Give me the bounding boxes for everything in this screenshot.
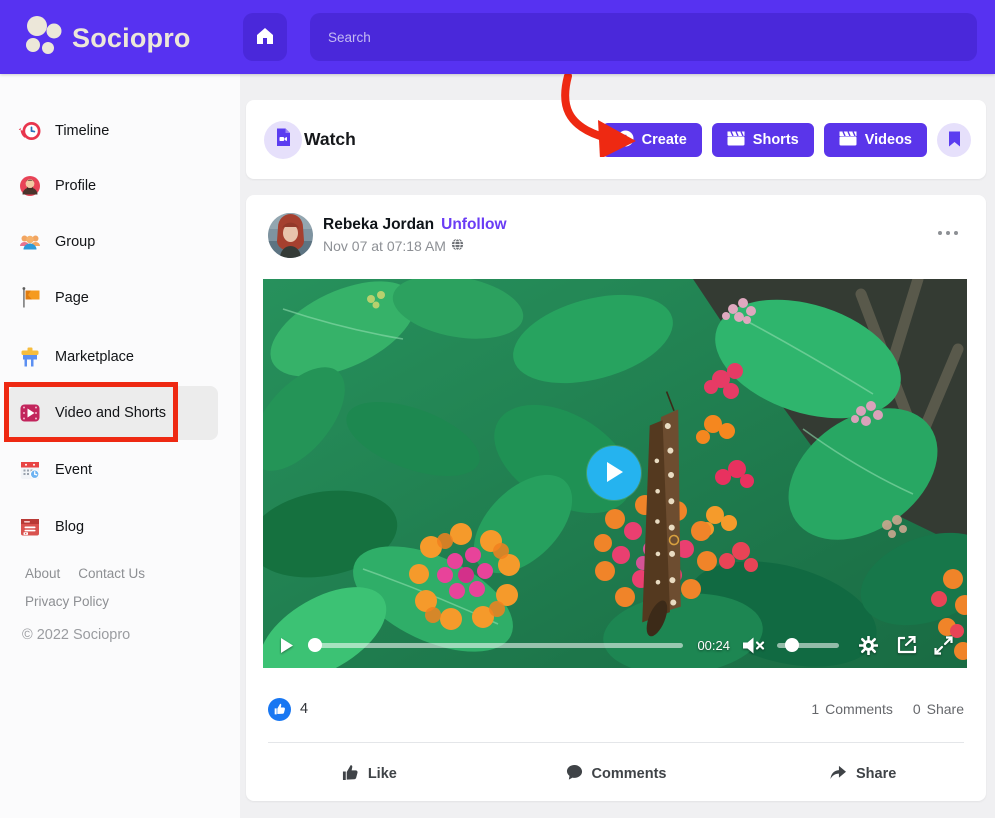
sidebar-item-label: Profile bbox=[55, 178, 96, 194]
bookmark-icon bbox=[948, 131, 961, 150]
post-card: Rebeka Jordan Unfollow Nov 07 at 07:18 A… bbox=[246, 195, 986, 801]
shorts-button[interactable]: Shorts bbox=[712, 123, 814, 157]
clapperboard-icon bbox=[727, 131, 745, 150]
privacy-policy-link[interactable]: Privacy Policy bbox=[25, 594, 109, 609]
post-author[interactable]: Rebeka Jordan bbox=[323, 216, 434, 234]
blog-icon bbox=[18, 515, 42, 539]
sidebar: Timeline Profile Group bbox=[0, 74, 240, 818]
sidebar-item-label: Timeline bbox=[55, 123, 109, 139]
sidebar-item-label: Event bbox=[55, 462, 92, 478]
group-icon bbox=[18, 230, 42, 254]
comment-icon bbox=[566, 764, 583, 785]
sidebar-item-event[interactable]: Event bbox=[18, 452, 92, 488]
sociopro-logo-icon bbox=[24, 15, 64, 62]
share-count-label[interactable]: Share bbox=[927, 701, 964, 717]
avatar[interactable] bbox=[268, 213, 313, 258]
videos-label: Videos bbox=[865, 132, 912, 148]
like-button[interactable]: Like bbox=[246, 753, 493, 795]
saved-videos-button[interactable] bbox=[937, 123, 971, 157]
divider bbox=[268, 742, 964, 743]
comments-label: Comments bbox=[592, 766, 667, 782]
sidebar-item-profile[interactable]: Profile bbox=[18, 168, 96, 204]
sidebar-item-marketplace[interactable]: Marketplace bbox=[18, 339, 134, 375]
contact-us-link[interactable]: Contact Us bbox=[78, 566, 145, 581]
watch-badge bbox=[264, 121, 302, 159]
unfollow-link[interactable]: Unfollow bbox=[441, 216, 506, 234]
plus-circle-icon bbox=[617, 130, 634, 151]
like-reaction-icon[interactable] bbox=[268, 698, 291, 721]
sidebar-item-label: Group bbox=[55, 234, 95, 250]
page-icon bbox=[18, 286, 42, 310]
clapperboard-icon bbox=[839, 131, 857, 150]
sidebar-item-label: Video and Shorts bbox=[55, 405, 166, 421]
home-icon bbox=[255, 26, 275, 48]
globe-privacy-icon bbox=[451, 238, 464, 254]
sidebar-item-blog[interactable]: Blog bbox=[18, 509, 84, 545]
comments-count-label[interactable]: Comments bbox=[825, 701, 893, 717]
home-button[interactable] bbox=[243, 13, 287, 61]
share-button[interactable]: Share bbox=[739, 753, 986, 795]
sidebar-item-video-and-shorts[interactable]: Video and Shorts bbox=[18, 395, 166, 431]
pip-icon[interactable] bbox=[897, 636, 917, 654]
video-shorts-icon bbox=[18, 401, 42, 425]
copyright-text: © 2022 Sociopro bbox=[22, 627, 130, 643]
sidebar-item-label: Blog bbox=[55, 519, 84, 535]
progress-thumb[interactable] bbox=[308, 638, 322, 652]
timeline-icon bbox=[18, 119, 42, 143]
watch-toolbar: Watch Create Short bbox=[246, 100, 986, 179]
mute-icon[interactable] bbox=[743, 637, 765, 654]
video-timestamp: 00:24 bbox=[697, 638, 730, 653]
sidebar-item-label: Page bbox=[55, 290, 89, 306]
app-header: Sociopro bbox=[0, 0, 995, 74]
play-icon bbox=[604, 460, 624, 487]
about-link[interactable]: About bbox=[25, 566, 60, 581]
create-label: Create bbox=[642, 132, 687, 148]
comments-button[interactable]: Comments bbox=[493, 753, 740, 795]
settings-gear-icon[interactable] bbox=[859, 636, 878, 655]
video-controls: 00:24 bbox=[263, 622, 967, 668]
post-timestamp: Nov 07 at 07:18 AM bbox=[323, 238, 446, 254]
sidebar-item-timeline[interactable]: Timeline bbox=[18, 113, 109, 149]
comments-count[interactable]: 1 bbox=[811, 701, 819, 717]
fullscreen-icon[interactable] bbox=[934, 636, 953, 655]
marketplace-icon bbox=[18, 345, 42, 369]
video-player[interactable]: 00:24 bbox=[263, 279, 967, 668]
thumbs-up-icon bbox=[342, 764, 359, 785]
shorts-label: Shorts bbox=[753, 132, 799, 148]
share-count[interactable]: 0 bbox=[913, 701, 921, 717]
share-icon bbox=[829, 764, 847, 784]
video-file-icon bbox=[275, 128, 292, 152]
videos-button[interactable]: Videos bbox=[824, 123, 927, 157]
sidebar-item-group[interactable]: Group bbox=[18, 224, 95, 260]
like-count: 4 bbox=[300, 701, 308, 717]
progress-bar[interactable] bbox=[310, 643, 683, 648]
sidebar-footer: About Contact Us Privacy Policy bbox=[25, 566, 215, 609]
profile-icon bbox=[18, 174, 42, 198]
post-stats: 4 1 Comments 0 Share bbox=[268, 695, 964, 723]
volume-thumb[interactable] bbox=[785, 638, 799, 652]
brand-name: Sociopro bbox=[72, 23, 191, 54]
like-label: Like bbox=[368, 766, 397, 782]
page-title: Watch bbox=[304, 129, 356, 150]
brand-logo[interactable]: Sociopro bbox=[24, 15, 191, 62]
share-label: Share bbox=[856, 766, 896, 782]
post-action-bar: Like Comments Share bbox=[246, 753, 986, 795]
event-icon bbox=[18, 458, 42, 482]
volume-slider[interactable] bbox=[777, 643, 839, 648]
post-options-icon[interactable] bbox=[938, 231, 958, 235]
control-play-icon[interactable] bbox=[280, 637, 294, 654]
search-input[interactable] bbox=[310, 13, 977, 61]
create-button[interactable]: Create bbox=[602, 123, 702, 157]
sidebar-item-label: Marketplace bbox=[55, 349, 134, 365]
play-button[interactable] bbox=[587, 446, 641, 500]
sidebar-item-page[interactable]: Page bbox=[18, 280, 89, 316]
